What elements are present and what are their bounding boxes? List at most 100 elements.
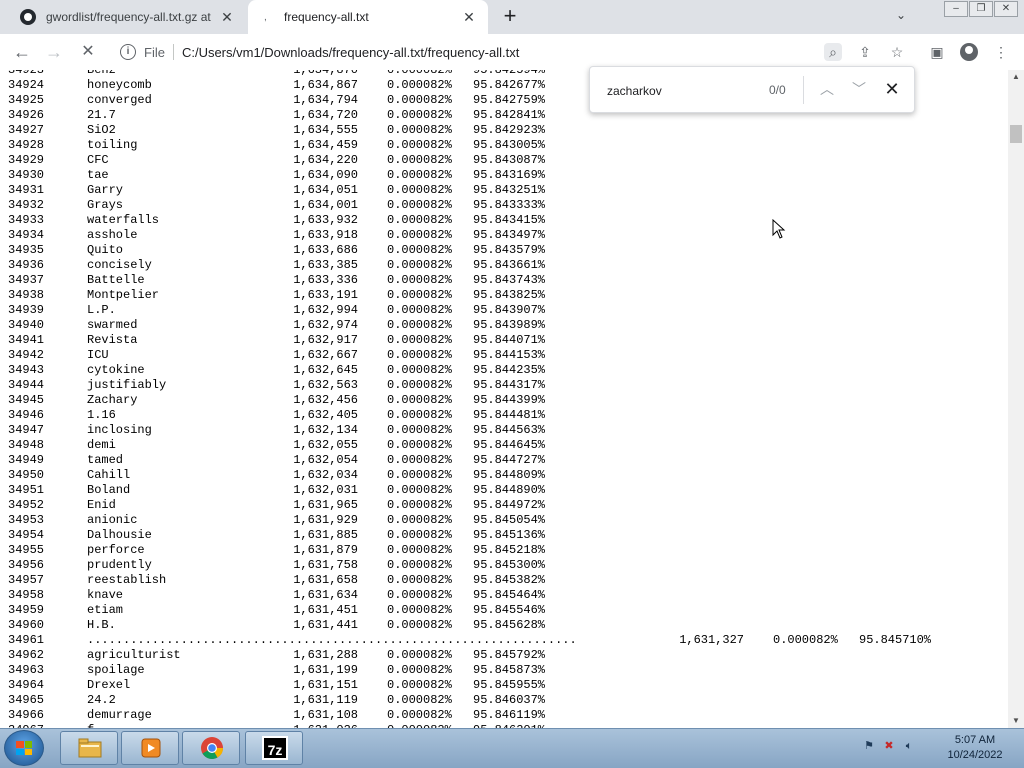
line-word: honeycomb (87, 78, 152, 92)
line-cumulative: 95.845300% (473, 558, 546, 572)
share-icon[interactable]: ⇪ (856, 43, 874, 61)
line-cumulative: 95.843825% (473, 288, 546, 302)
line-cumulative: 95.843415% (473, 213, 546, 227)
line-cumulative: 95.843661% (473, 258, 546, 272)
line-rank: 34948 (8, 438, 45, 452)
info-icon[interactable]: i (120, 44, 136, 60)
line-rank: 34942 (8, 348, 45, 362)
line-percent: 0.000082% (387, 213, 452, 227)
line-word: CFC (87, 153, 109, 167)
line-percent: 0.000082% (387, 408, 452, 422)
line-rank: 34965 (8, 693, 45, 707)
line-rank: 34964 (8, 678, 45, 692)
line-percent: 0.000082% (387, 123, 452, 137)
taskbar-file-explorer[interactable] (60, 731, 118, 765)
find-bar: 0/0 ︿ ﹀ ✕ (589, 66, 915, 113)
line-count: 1,634,051 (293, 183, 358, 197)
line-rank: 34938 (8, 288, 45, 302)
line-cumulative: 95.845873% (473, 663, 546, 677)
find-previous-chevron-up-icon[interactable]: ︿ (817, 79, 837, 99)
line-count: 1,632,031 (293, 483, 358, 497)
find-next-chevron-down-icon[interactable]: ﹀ (849, 79, 869, 99)
system-clock[interactable]: 5:07 AM 10/24/2022 (940, 733, 1010, 763)
profile-avatar-icon[interactable] (960, 43, 978, 61)
line-cumulative: 95.844727% (473, 453, 546, 467)
line-percent: 0.000082% (387, 663, 452, 677)
line-word: swarmed (87, 318, 138, 332)
line-count: 1,634,867 (293, 78, 358, 92)
close-tab-icon[interactable]: ✕ (218, 9, 236, 26)
line-percent: 0.000082% (387, 183, 452, 197)
menu-kebab-icon[interactable]: ⋮ (992, 43, 1010, 61)
line-count: 1,634,720 (293, 108, 358, 122)
line-rank: 34953 (8, 513, 45, 527)
github-icon (20, 9, 36, 25)
line-word: perforce (87, 543, 145, 557)
line-rank: 34949 (8, 453, 45, 467)
close-tab-icon[interactable]: ✕ (460, 9, 478, 26)
window-controls: – ❐ ✕ (943, 1, 1018, 17)
bookmark-star-icon[interactable]: ☆ (888, 43, 906, 61)
taskbar-7zip[interactable]: 7z (245, 731, 303, 765)
line-percent: 0.000082% (387, 573, 452, 587)
line-cumulative: 95.844399% (473, 393, 546, 407)
tab-strip: gwordlist/frequency-all.txt.gz at ✕ , fr… (0, 0, 1024, 34)
tab-frequency[interactable]: , frequency-all.txt ✕ (248, 0, 488, 34)
network-icon[interactable]: ✖ (882, 739, 896, 753)
line-word: asshole (87, 228, 138, 242)
action-center-flag-icon[interactable]: ⚑ (862, 739, 876, 753)
line-count: 1,631,288 (293, 648, 358, 662)
line-count: 1,631,929 (293, 513, 358, 527)
line-word: inclosing (87, 423, 152, 437)
close-window-button[interactable]: ✕ (994, 1, 1018, 17)
line-cumulative: 95.843087% (473, 153, 546, 167)
vertical-scrollbar[interactable]: ▲ ▼ (1008, 70, 1024, 728)
line-percent: 0.000082% (387, 363, 452, 377)
line-rank: 34962 (8, 648, 45, 662)
line-rank: 34944 (8, 378, 45, 392)
line-count: 1,633,686 (293, 243, 358, 257)
stop-loading-icon[interactable]: ✕ (78, 42, 98, 62)
line-count: 1,633,191 (293, 288, 358, 302)
side-panel-icon[interactable]: ▣ (928, 43, 946, 61)
clock-time: 5:07 AM (954, 734, 996, 746)
tab-github[interactable]: gwordlist/frequency-all.txt.gz at ✕ (8, 0, 246, 34)
find-input[interactable] (605, 83, 759, 99)
tab-search-chevron-icon[interactable]: ⌄ (896, 8, 906, 22)
line-count: 1,634,001 (293, 198, 358, 212)
address-bar[interactable]: i File C:/Users/vm1/Downloads/frequency-… (112, 38, 920, 66)
line-word: converged (87, 93, 152, 107)
scroll-down-arrow-icon[interactable]: ▼ (1008, 714, 1024, 728)
scrollbar-thumb[interactable] (1010, 125, 1022, 143)
new-tab-button[interactable]: + (500, 4, 520, 28)
line-count: 1,633,932 (293, 213, 358, 227)
line-percent: 0.000082% (387, 588, 452, 602)
line-percent: 0.000082% (387, 603, 452, 617)
line-count: 1,634,870 (293, 70, 358, 77)
line-rank: 34939 (8, 303, 45, 317)
line-cumulative: 95.844317% (473, 378, 546, 392)
line-count: 1,632,134 (293, 423, 358, 437)
volume-icon[interactable]: 🔈︎ (902, 739, 916, 753)
scroll-up-arrow-icon[interactable]: ▲ (1008, 70, 1024, 84)
line-count: 1,631,879 (293, 543, 358, 557)
start-button[interactable] (4, 730, 44, 766)
line-rank: 34943 (8, 363, 45, 377)
line-percent: 0.000082% (387, 198, 452, 212)
forward-icon[interactable]: → (44, 42, 64, 62)
taskbar-chrome[interactable] (182, 731, 240, 765)
line-cumulative: 95.846037% (473, 693, 546, 707)
back-icon[interactable]: ← (12, 42, 32, 62)
line-cumulative: 95.844235% (473, 363, 546, 377)
find-close-icon[interactable]: ✕ (882, 79, 902, 99)
taskbar-media-player[interactable] (121, 731, 179, 765)
find-in-page-icon[interactable]: ⌕ (824, 43, 842, 61)
url-text[interactable]: C:/Users/vm1/Downloads/frequency-all.txt… (182, 45, 519, 60)
line-word: Zachary (87, 393, 138, 407)
line-word: 1.16 (87, 408, 116, 422)
line-percent: 0.000082% (387, 618, 452, 632)
line-cumulative: 95.843907% (473, 303, 546, 317)
minimize-button[interactable]: – (944, 1, 968, 17)
line-rank: 34936 (8, 258, 45, 272)
restore-button[interactable]: ❐ (969, 1, 993, 17)
